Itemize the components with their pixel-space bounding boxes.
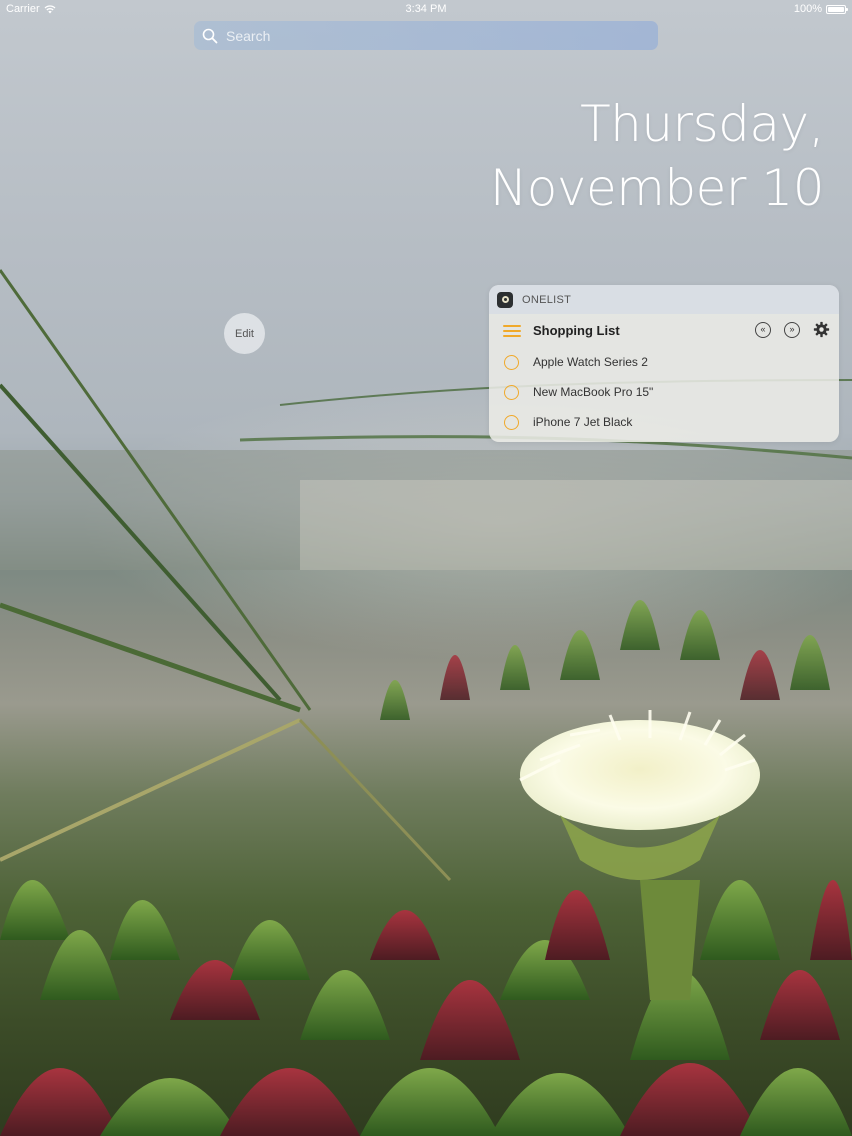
search-icon <box>202 28 218 43</box>
list-title-row: Shopping List « » <box>489 314 839 347</box>
onelist-app-icon <box>497 291 513 308</box>
widget-header[interactable]: ONELIST <box>489 285 839 314</box>
carrier-label: Carrier <box>6 3 40 15</box>
list-title[interactable]: Shopping List <box>533 323 620 338</box>
date-month-day: November 10 <box>489 159 825 217</box>
list-item[interactable]: Apple Watch Series 2 <box>489 347 839 377</box>
circle-checkbox-icon[interactable] <box>504 414 519 430</box>
status-right: 100% <box>793 0 848 18</box>
battery-icon <box>826 4 848 14</box>
gear-icon[interactable] <box>813 321 830 338</box>
list-actions: « » <box>755 321 830 338</box>
edit-widgets-button[interactable]: Edit <box>224 313 265 354</box>
search-input[interactable] <box>226 27 658 44</box>
hamburger-icon[interactable] <box>503 324 521 337</box>
status-left: Carrier <box>6 0 56 18</box>
date-display: Thursday, November 10 <box>489 92 825 220</box>
status-time: 3:34 PM <box>405 3 447 15</box>
battery-fill <box>828 6 844 12</box>
status-bar: Carrier 3:34 PM 100% <box>0 0 852 18</box>
search-bar[interactable] <box>194 21 658 50</box>
list-item-label: iPhone 7 Jet Black <box>533 415 633 429</box>
rewind-icon[interactable]: « <box>755 321 771 338</box>
widget-app-name: ONELIST <box>522 293 572 306</box>
list-item-label: New MacBook Pro 15" <box>533 385 654 399</box>
list-item-label: Apple Watch Series 2 <box>533 355 648 369</box>
fast-forward-icon[interactable]: » <box>784 321 800 338</box>
circle-checkbox-icon[interactable] <box>504 354 519 370</box>
date-weekday: Thursday, <box>580 95 824 153</box>
circle-checkbox-icon[interactable] <box>504 384 519 400</box>
onelist-widget: ONELIST Shopping List « » Apple Watch Se… <box>489 285 839 442</box>
wifi-icon <box>44 4 56 13</box>
list-item[interactable]: iPhone 7 Jet Black <box>489 407 839 437</box>
list-item[interactable]: New MacBook Pro 15" <box>489 377 839 407</box>
battery-percentage: 100% <box>793 3 822 15</box>
